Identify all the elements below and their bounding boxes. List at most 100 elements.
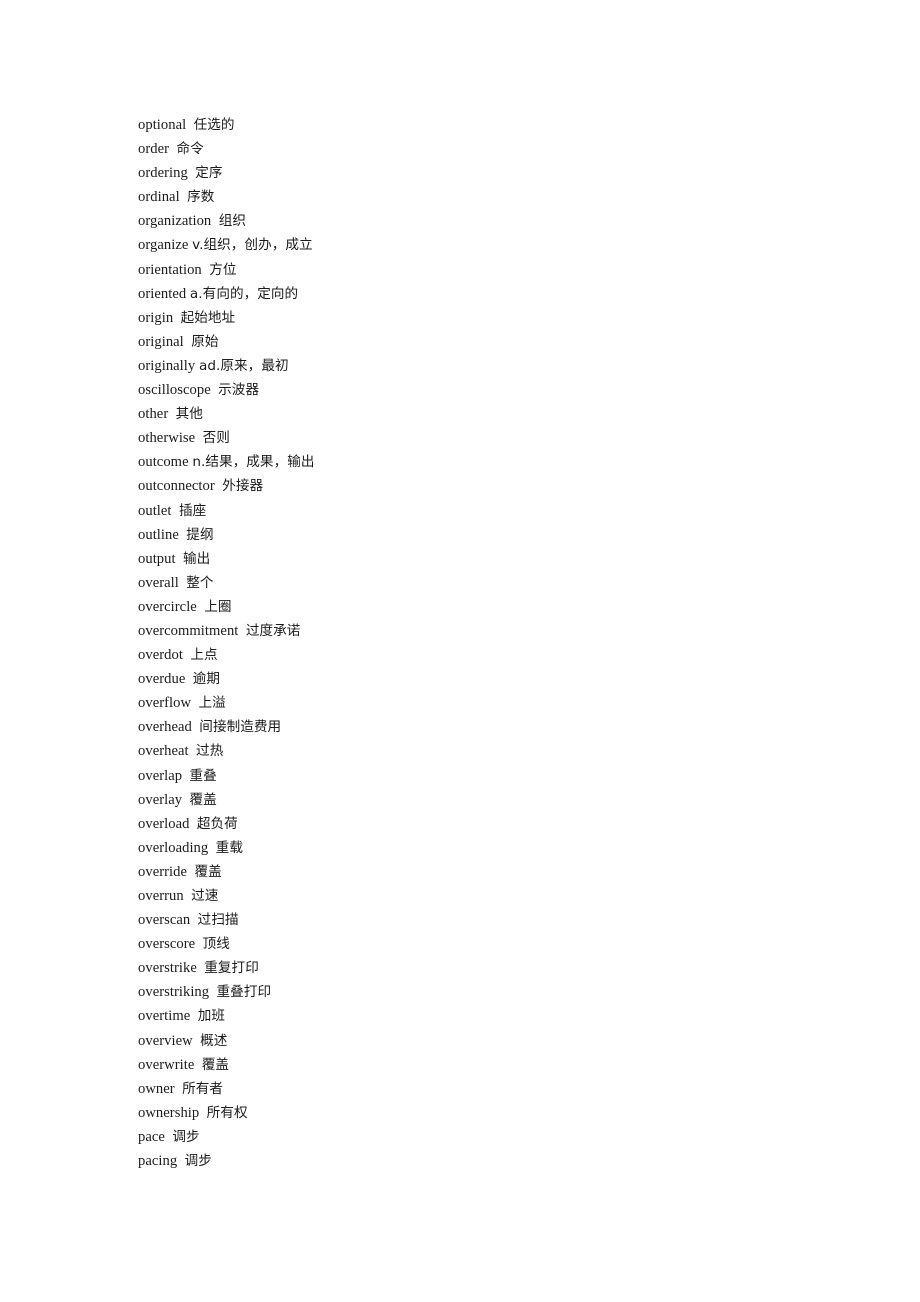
entry-separator xyxy=(172,503,179,519)
entry-term: overheat xyxy=(138,743,189,760)
entry-gloss: n.结果，成果，输出 xyxy=(192,454,315,471)
entry-term: oscilloscope xyxy=(138,382,211,399)
entry-gloss: 重复打印 xyxy=(204,960,259,977)
glossary-entry: outconnector 外接器 xyxy=(138,474,838,498)
entry-term: pacing xyxy=(138,1153,178,1170)
entry-term: overstrike xyxy=(138,960,197,977)
entry-term: origin xyxy=(138,309,174,326)
entry-separator xyxy=(182,768,189,784)
entry-gloss: 重载 xyxy=(215,839,243,856)
entry-gloss: 覆盖 xyxy=(189,791,217,808)
glossary-entry: outlet 插座 xyxy=(138,499,838,523)
entry-term: overload xyxy=(138,815,190,832)
entry-gloss: 逾期 xyxy=(192,671,221,688)
entry-separator xyxy=(238,623,245,639)
glossary-list: optional 任选的 order 命令 ordering 定序 ordinal 序… xyxy=(138,113,838,1173)
entry-gloss: 上溢 xyxy=(198,695,226,712)
entry-separator xyxy=(193,1033,200,1049)
entry-term: overdue xyxy=(138,671,186,688)
entry-term: overflow xyxy=(138,695,192,712)
entry-separator xyxy=(177,1153,184,1169)
entry-separator xyxy=(173,310,180,326)
entry-term: organize xyxy=(138,237,189,254)
entry-term: overscore xyxy=(138,936,196,953)
entry-term: overstriking xyxy=(138,984,210,1001)
entry-separator xyxy=(186,117,193,133)
entry-gloss: 定序 xyxy=(195,165,223,182)
entry-separator xyxy=(182,792,189,808)
entry-term: overdot xyxy=(138,647,183,664)
entry-term: organization xyxy=(138,213,212,230)
glossary-entry: ordering 定序 xyxy=(138,161,838,185)
entry-term: original xyxy=(138,333,184,350)
entry-separator xyxy=(176,551,183,567)
entry-gloss: 过速 xyxy=(191,888,219,904)
entry-gloss: 上点 xyxy=(190,647,218,664)
entry-term: otherwise xyxy=(138,430,196,447)
entry-separator xyxy=(185,671,192,687)
entry-gloss: 其他 xyxy=(175,406,203,423)
glossary-entry: overscore 顶线 xyxy=(138,932,838,956)
glossary-entry: overstrike 重复打印 xyxy=(138,956,838,980)
entry-gloss: 序数 xyxy=(187,189,215,206)
entry-gloss: 整个 xyxy=(186,574,214,591)
entry-gloss: 方位 xyxy=(209,261,237,278)
glossary-entry: overscan 过扫描 xyxy=(138,908,838,932)
glossary-entry: ownership 所有权 xyxy=(138,1101,838,1125)
entry-gloss: 调步 xyxy=(172,1128,200,1145)
entry-separator xyxy=(208,840,215,856)
glossary-entry: overload 超负荷 xyxy=(138,812,838,836)
glossary-entry: overcircle 上圈 xyxy=(138,595,838,619)
entry-term: other xyxy=(138,406,169,423)
entry-gloss: 超负荷 xyxy=(196,815,238,832)
glossary-entry: organize v.组织，创办，成立 xyxy=(138,233,838,257)
glossary-entry: overstriking 重叠打印 xyxy=(138,980,838,1004)
entry-term: originally xyxy=(138,357,196,374)
glossary-entry: owner 所有者 xyxy=(138,1077,838,1101)
entry-separator xyxy=(209,984,216,1000)
glossary-entry: optional 任选的 xyxy=(138,113,838,137)
glossary-entry: overrun 过速 xyxy=(138,884,838,908)
entry-separator xyxy=(190,1008,197,1024)
glossary-entry: outcome n.结果，成果，输出 xyxy=(138,450,838,474)
entry-separator xyxy=(195,936,202,952)
glossary-entry: pacing 调步 xyxy=(138,1149,838,1173)
entry-gloss: 提纲 xyxy=(186,526,214,543)
entry-separator xyxy=(180,189,187,205)
entry-term: overloading xyxy=(138,839,209,856)
glossary-entry: overlap 重叠 xyxy=(138,764,838,788)
entry-separator xyxy=(194,1057,201,1073)
entry-gloss: v.组织，创办，成立 xyxy=(192,237,313,254)
glossary-entry: overloading 重载 xyxy=(138,836,838,860)
glossary-entry: overheat 过热 xyxy=(138,739,838,763)
glossary-entry: otherwise 否则 xyxy=(138,426,838,450)
entry-gloss: 重叠打印 xyxy=(216,984,272,1001)
glossary-entry: outline 提纲 xyxy=(138,523,838,547)
entry-gloss: 示波器 xyxy=(218,382,260,399)
entry-gloss: 输出 xyxy=(183,550,211,567)
glossary-entry: origin 起始地址 xyxy=(138,306,838,330)
entry-term: overrun xyxy=(138,888,184,904)
glossary-entry: overcommitment 过度承诺 xyxy=(138,619,838,643)
entry-gloss: 命令 xyxy=(176,141,204,158)
entry-term: outline xyxy=(138,526,179,543)
entry-gloss: ad.原来，最初 xyxy=(198,357,289,374)
glossary-entry: orientation 方位 xyxy=(138,258,838,282)
entry-gloss: 覆盖 xyxy=(201,1056,230,1073)
glossary-entry: overlay 覆盖 xyxy=(138,788,838,812)
entry-gloss: 上圈 xyxy=(204,598,232,615)
entry-gloss: a.有向的，定向的 xyxy=(189,285,299,302)
entry-term: overhead xyxy=(138,719,192,736)
glossary-entry: originally ad.原来，最初 xyxy=(138,354,838,378)
entry-term: overtime xyxy=(138,1008,191,1025)
glossary-entry: organization 组织 xyxy=(138,209,838,233)
entry-gloss: 原始 xyxy=(191,333,219,350)
entry-gloss: 插座 xyxy=(178,502,207,519)
glossary-entry: ordinal 序数 xyxy=(138,185,838,209)
entry-term: ordering xyxy=(138,165,188,182)
entry-term: outlet xyxy=(138,502,172,519)
glossary-entry: overtime 加班 xyxy=(138,1004,838,1028)
entry-term: output xyxy=(138,550,176,567)
glossary-entry: overdot 上点 xyxy=(138,643,838,667)
glossary-entry: override 覆盖 xyxy=(138,860,838,884)
